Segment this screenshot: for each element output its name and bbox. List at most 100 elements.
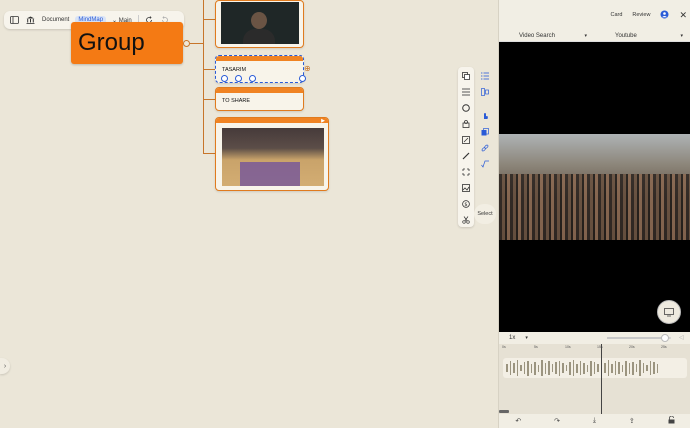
waveform-bar: [527, 360, 529, 376]
caret-down-icon: ▾: [584, 32, 587, 39]
ruler-mark: 25s: [661, 345, 667, 349]
card-header: [216, 56, 303, 61]
share-icon[interactable]: ⇪: [629, 417, 635, 425]
waveform-bar: [607, 360, 609, 376]
review-tab[interactable]: Review: [632, 12, 650, 18]
group-node-label: Group: [78, 29, 145, 56]
audio-timeline[interactable]: 0s 5s 10s 15s 20s 25s: [499, 344, 690, 414]
waveform-bar: [586, 364, 588, 372]
layout-icon[interactable]: [480, 87, 490, 97]
circle-icon[interactable]: [461, 103, 471, 113]
group-node[interactable]: Group: [71, 22, 183, 64]
bottom-toolbar: ↶ ↷ ⤓ ⇪: [499, 414, 690, 428]
playhead[interactable]: [601, 344, 602, 414]
download-icon[interactable]: ⤓: [593, 417, 596, 425]
timeline-scrollbar[interactable]: [499, 410, 509, 413]
ruler-mark: 0s: [502, 345, 506, 349]
select-button[interactable]: Select: [474, 204, 496, 224]
waveform-bar: [506, 364, 508, 372]
waveform-bar: [537, 364, 539, 372]
expand-sidebar-button[interactable]: ›: [0, 358, 10, 374]
tab-video-search-label: Video Search: [519, 32, 555, 39]
sqrt-icon[interactable]: [480, 159, 490, 169]
image-card[interactable]: [215, 0, 304, 48]
waveform-bar: [632, 361, 634, 375]
link-icon[interactable]: [221, 75, 228, 82]
video-card[interactable]: ▶: [215, 117, 329, 191]
connector-line: [203, 153, 215, 154]
waveform-bar: [656, 363, 658, 373]
duplicate-icon[interactable]: [480, 127, 490, 137]
card-header: [216, 88, 303, 93]
sidebar-toggle-icon[interactable]: [8, 14, 20, 26]
image-icon[interactable]: [461, 183, 471, 193]
list-icon[interactable]: [480, 71, 490, 81]
secondary-palette: [477, 67, 491, 177]
unlock-icon[interactable]: [668, 415, 675, 426]
waveform-bar: [558, 360, 560, 376]
tab-youtube[interactable]: Youtube ▾: [595, 30, 690, 41]
add-node-icon[interactable]: ⊕: [304, 64, 311, 73]
lines-icon[interactable]: [461, 87, 471, 97]
waveform-bar: [520, 365, 522, 371]
tab-youtube-label: Youtube: [615, 32, 637, 39]
collapse-toggle[interactable]: [183, 40, 190, 47]
chain-link-icon[interactable]: [480, 143, 490, 153]
video-player[interactable]: [499, 42, 690, 332]
connector-line: [203, 0, 204, 153]
connector-line: [203, 99, 215, 100]
dollar-icon[interactable]: $: [461, 199, 471, 209]
waveform-bar: [625, 360, 627, 376]
card-tab[interactable]: Card: [610, 12, 622, 18]
crop-icon[interactable]: [461, 167, 471, 177]
waveform-bar: [621, 364, 623, 372]
attach-icon[interactable]: [235, 75, 242, 82]
waveform-bar: [649, 361, 651, 375]
speed-selector[interactable]: 1x: [509, 335, 515, 341]
tool-palette: $: [458, 67, 474, 227]
panel-header: Card Review ✕: [499, 0, 690, 30]
tab-video-search[interactable]: Video Search ▾: [499, 30, 595, 41]
waveform-bar: [572, 360, 574, 376]
slider-knob[interactable]: [661, 334, 669, 342]
waveform-bar: [548, 361, 550, 375]
waveform-bar: [646, 365, 648, 371]
ruler-mark: 5s: [534, 345, 538, 349]
tasarim-card[interactable]: TASARIM: [215, 55, 306, 83]
waveform-bar: [534, 361, 536, 375]
edit-icon[interactable]: [461, 135, 471, 145]
account-icon[interactable]: [660, 10, 669, 21]
waveform-bar: [516, 360, 518, 376]
play-icon[interactable]: ▶: [321, 118, 325, 124]
connector-line: [203, 69, 215, 70]
ruler-mark: 20s: [629, 345, 635, 349]
waveform-bar: [590, 360, 592, 376]
to-share-card[interactable]: TO SHARE: [215, 87, 304, 111]
pencil-icon[interactable]: [461, 151, 471, 161]
waveform-bar: [569, 361, 571, 375]
hand-pointer-icon[interactable]: [480, 111, 490, 121]
speaker-icon[interactable]: ◁: [679, 334, 684, 341]
playback-controls: 1x ▾ ◁: [499, 332, 690, 344]
waveform-bar: [604, 363, 606, 373]
waveform-bar: [551, 364, 553, 372]
waveform-bar: [562, 363, 564, 373]
scissors-icon[interactable]: [461, 215, 471, 225]
stamp-icon[interactable]: [461, 119, 471, 129]
waveform-bar: [614, 361, 616, 375]
resize-handle-icon[interactable]: [299, 75, 306, 82]
waveform-bar: [579, 361, 581, 375]
document-tab[interactable]: Document: [42, 17, 69, 23]
waveform-bar: [611, 363, 613, 373]
grid-icon[interactable]: [249, 75, 256, 82]
to-share-label: TO SHARE: [222, 98, 251, 104]
waveform-bar: [555, 362, 557, 374]
close-icon[interactable]: ✕: [679, 10, 687, 21]
library-icon[interactable]: [24, 14, 36, 26]
copy-icon[interactable]: [461, 71, 471, 81]
redo-icon[interactable]: ↷: [554, 417, 560, 425]
video-frame: [499, 134, 690, 240]
undo-icon[interactable]: ↶: [515, 417, 521, 425]
screenshot-button[interactable]: [657, 300, 681, 324]
waveform[interactable]: [503, 358, 687, 378]
